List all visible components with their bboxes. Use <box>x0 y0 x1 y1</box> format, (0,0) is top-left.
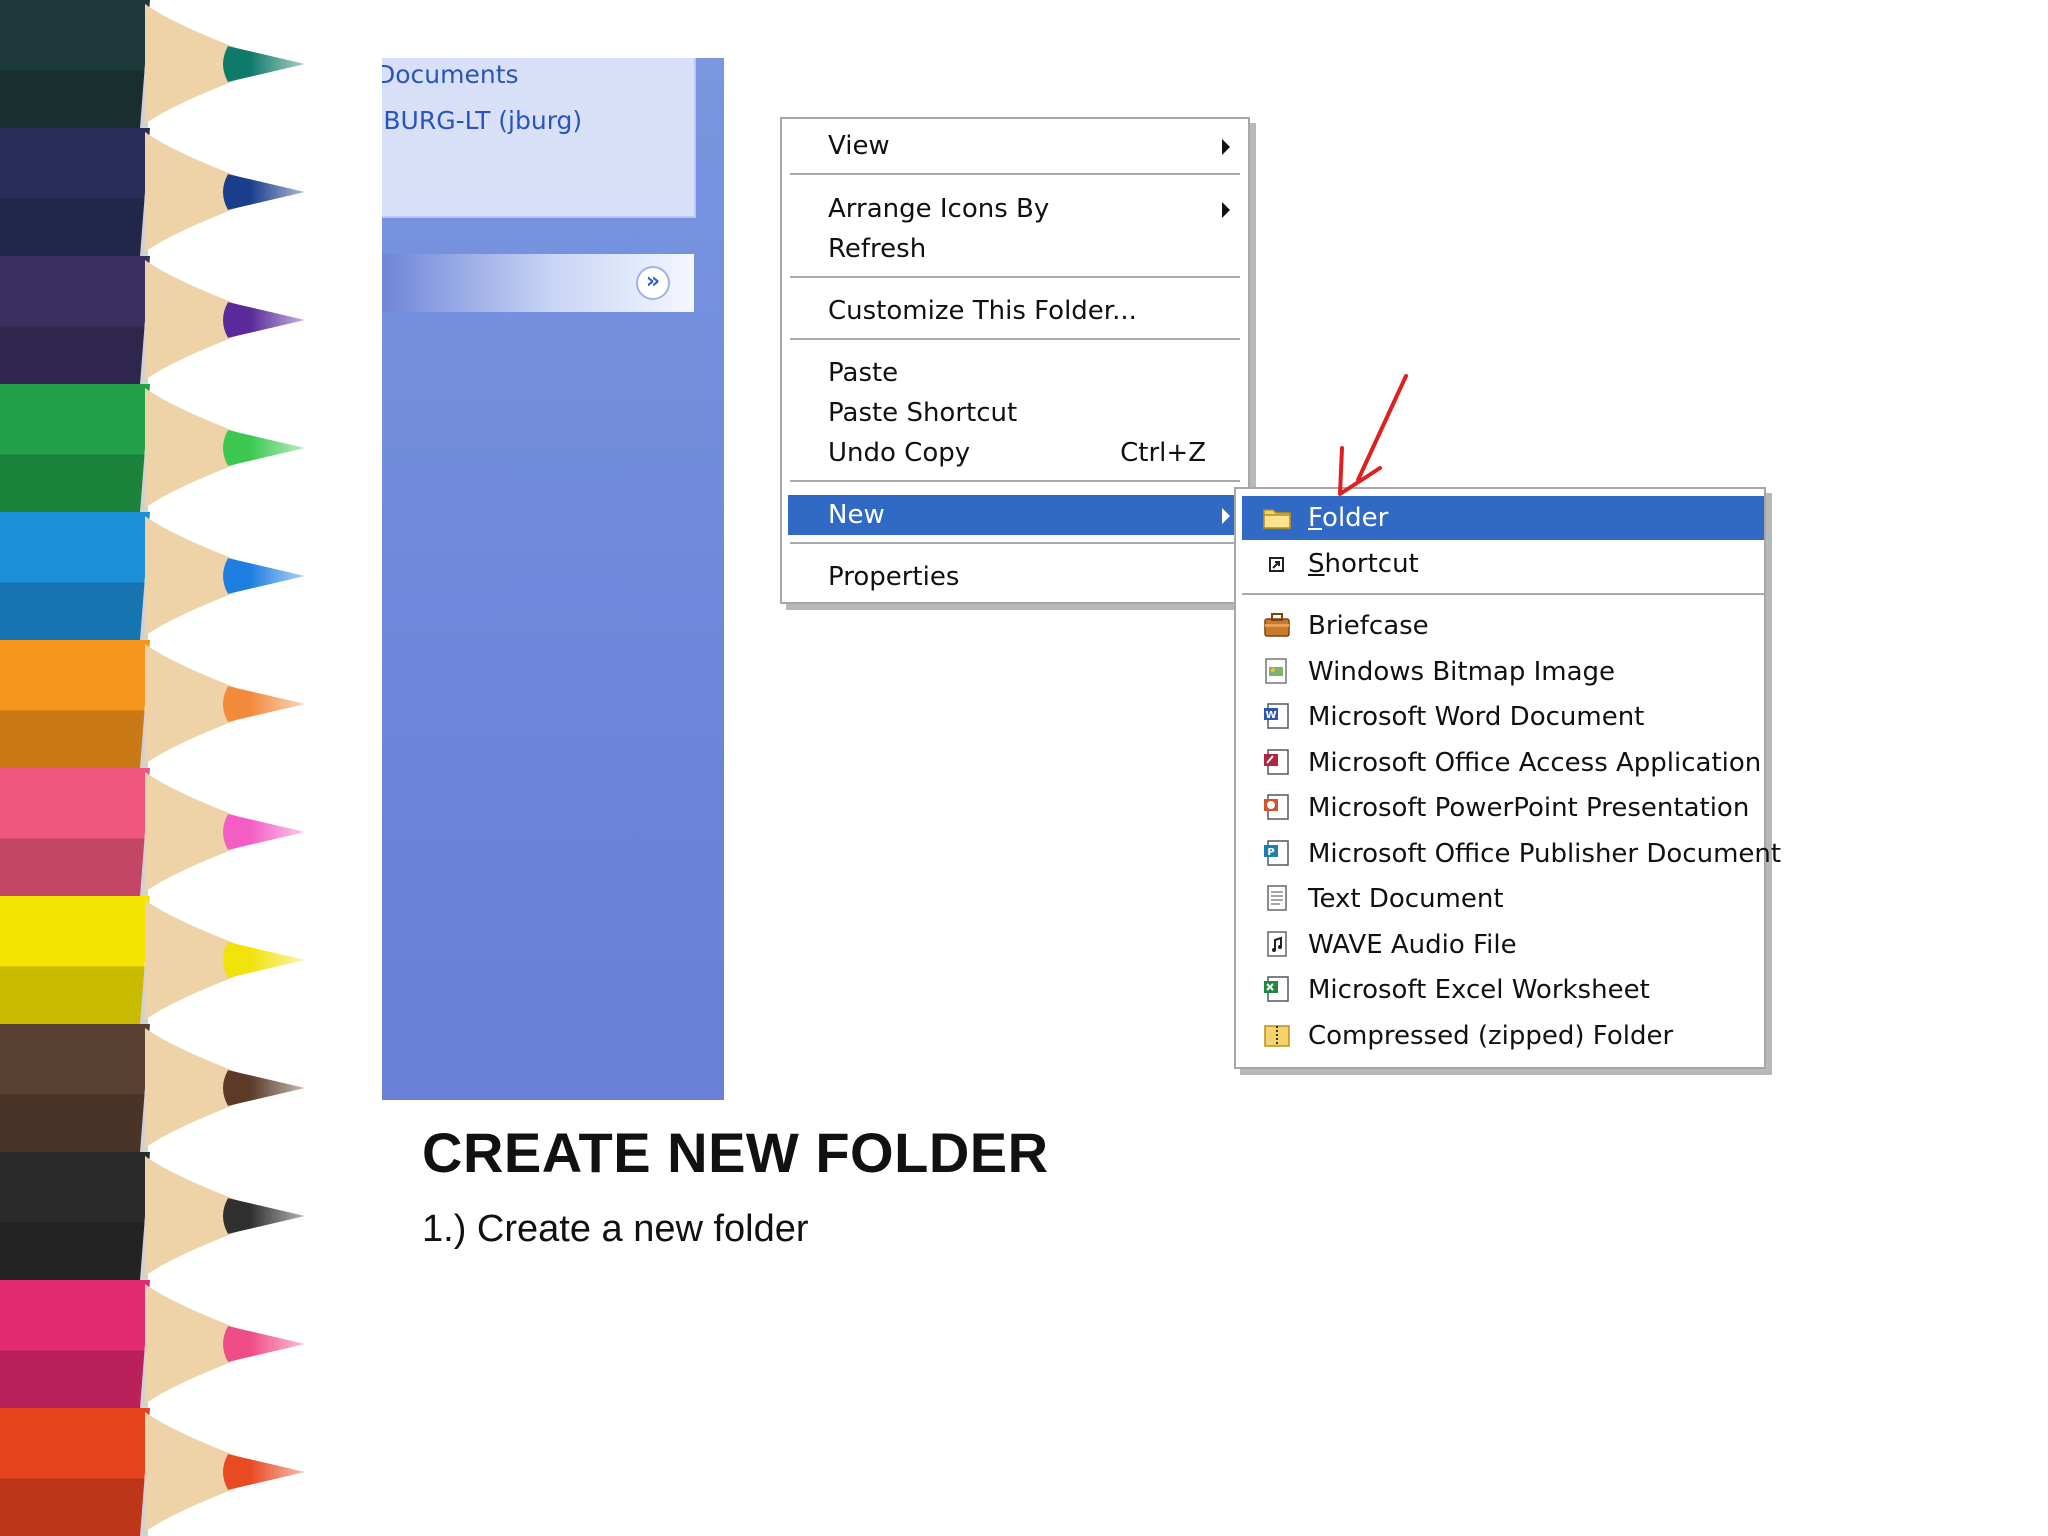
submenu-item-microsoft-word-document[interactable]: W Microsoft Word Document <box>1242 695 1764 739</box>
submenu-item-shortcut[interactable]: Shortcut <box>1242 542 1764 586</box>
submenu-item-microsoft-office-publisher-document[interactable]: P Microsoft Office Publisher Document <box>1242 832 1781 876</box>
submenu-item-label: Microsoft Word Document <box>1308 702 1645 732</box>
menu-item-refresh[interactable]: Refresh <box>788 229 1240 269</box>
documents-link[interactable]: Documents <box>382 60 519 89</box>
submenu-item-label: Briefcase <box>1308 611 1429 641</box>
pencil-shade <box>0 70 148 128</box>
excel-icon <box>1264 976 1289 1002</box>
pencil-shade <box>0 1222 148 1280</box>
task-pane-header[interactable]: » <box>382 254 694 312</box>
menu-item-view[interactable]: View <box>788 126 1240 166</box>
slide-title: CREATE NEW FOLDER <box>422 1121 1049 1184</box>
pencil-shade <box>0 198 148 256</box>
zip-folder-icon <box>1264 1024 1290 1047</box>
menu-item-undo-copy[interactable]: Undo Copy Ctrl+Z <box>788 433 1240 473</box>
menu-separator <box>790 480 1240 483</box>
folder-icon <box>1263 509 1291 529</box>
pencil-shade <box>0 1350 148 1408</box>
word-icon: W <box>1264 703 1289 729</box>
pencil-shade <box>0 454 148 512</box>
menu-item-new[interactable]: New <box>788 495 1240 535</box>
pencil-shade <box>0 1094 148 1152</box>
pencil-shade <box>0 326 148 384</box>
pencil-shade <box>0 1478 148 1536</box>
menu-separator <box>790 276 1240 279</box>
menu-item-properties[interactable]: Properties <box>788 557 1240 597</box>
menu-item-label: View <box>828 131 890 161</box>
powerpoint-icon <box>1264 794 1289 820</box>
audio-file-icon <box>1267 930 1287 957</box>
submenu-item-label: Microsoft PowerPoint Presentation <box>1308 793 1750 823</box>
submenu-arrow-icon <box>1222 508 1230 524</box>
other-places-box: Documents JBURG-LT (jburg) <box>382 58 696 218</box>
submenu-item-label: Text Document <box>1308 884 1504 914</box>
submenu-item-label: Microsoft Office Publisher Document <box>1308 838 1782 869</box>
menu-item-label: Undo Copy <box>828 438 971 468</box>
bitmap-icon <box>1265 657 1287 684</box>
submenu-item-microsoft-powerpoint-presentation[interactable]: Microsoft PowerPoint Presentation <box>1242 786 1764 830</box>
submenu-item-briefcase[interactable]: Briefcase <box>1242 604 1764 648</box>
menu-separator <box>790 338 1240 341</box>
menu-separator <box>790 542 1240 545</box>
submenu-item-folder[interactable]: Folder <box>1242 496 1764 540</box>
briefcase-icon <box>1264 613 1290 637</box>
submenu-item-label: Folder <box>1308 503 1389 533</box>
submenu-item-compressed-zipped-folder[interactable]: Compressed (zipped) Folder <box>1242 1014 1764 1058</box>
text-document-icon <box>1267 885 1287 911</box>
publisher-icon: P <box>1264 839 1289 866</box>
menu-item-customize-folder[interactable]: Customize This Folder... <box>788 291 1240 331</box>
chevron-double-down-icon[interactable]: » <box>636 266 670 300</box>
submenu-item-label: Windows Bitmap Image <box>1308 656 1616 687</box>
menu-item-shortcut: Ctrl+Z <box>1120 438 1206 468</box>
submenu-item-microsoft-excel-worksheet[interactable]: Microsoft Excel Worksheet <box>1242 968 1764 1012</box>
pencils-fade <box>250 0 380 1536</box>
menu-item-label: Refresh <box>828 234 927 264</box>
menu-item-arrange-icons-by[interactable]: Arrange Icons By <box>788 189 1240 229</box>
shortcut-icon <box>1269 557 1284 572</box>
submenu-item-label: Microsoft Office Access Application <box>1308 747 1762 778</box>
menu-item-label: Arrange Icons By <box>828 194 1050 224</box>
menu-item-label: Customize This Folder... <box>828 296 1137 326</box>
submenu-item-label: Compressed (zipped) Folder <box>1308 1020 1674 1051</box>
submenu-item-windows-bitmap-image[interactable]: Windows Bitmap Image <box>1242 650 1764 694</box>
menu-item-paste[interactable]: Paste <box>788 353 1240 393</box>
pencil-shade <box>0 710 148 768</box>
menu-separator <box>1242 593 1764 596</box>
context-menu: View Arrange Icons By Refresh Customize … <box>780 117 1250 604</box>
computer-link[interactable]: JBURG-LT (jburg) <box>382 106 582 135</box>
submenu-item-label: Shortcut <box>1308 549 1419 579</box>
menu-item-label: Paste Shortcut <box>828 398 1018 428</box>
pencil-shade <box>0 582 148 640</box>
submenu-item-text-document[interactable]: Text Document <box>1242 877 1764 921</box>
explorer-task-pane: Documents JBURG-LT (jburg) » <box>382 58 724 1100</box>
submenu-item-wave-audio-file[interactable]: WAVE Audio File <box>1242 923 1764 967</box>
new-submenu: Folder Shortcut Briefcase Windows Bitmap … <box>1234 487 1781 1069</box>
slide-bullet: 1.) Create a new folder <box>422 1208 809 1250</box>
submenu-item-label: Microsoft Excel Worksheet <box>1308 975 1650 1005</box>
access-icon <box>1264 748 1289 775</box>
submenu-arrow-icon <box>1222 202 1230 218</box>
submenu-item-label: WAVE Audio File <box>1308 929 1517 960</box>
submenu-arrow-icon <box>1222 139 1230 155</box>
pencil-shade <box>0 838 148 896</box>
menu-item-label: New <box>828 500 885 530</box>
menu-item-paste-shortcut[interactable]: Paste Shortcut <box>788 393 1240 433</box>
pencil-shade <box>0 966 148 1024</box>
svg-text:P: P <box>1267 847 1274 858</box>
red-annotation-arrow-icon <box>1338 374 1408 496</box>
menu-separator <box>790 173 1240 176</box>
menu-item-label: Paste <box>828 358 899 388</box>
menu-item-label: Properties <box>828 562 960 592</box>
svg-text:W: W <box>1265 710 1276 721</box>
submenu-item-microsoft-office-access-application[interactable]: Microsoft Office Access Application <box>1242 741 1764 785</box>
